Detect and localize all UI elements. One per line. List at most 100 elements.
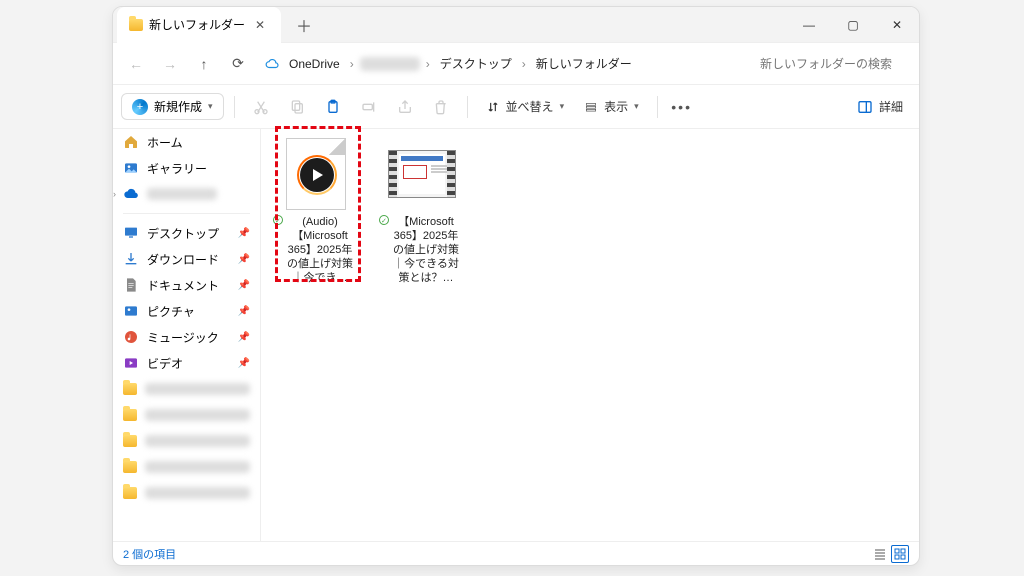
item-count: 2 個の項目: [123, 546, 176, 562]
up-button[interactable]: ↑: [189, 49, 219, 79]
tab-title: 新しいフォルダー: [149, 16, 245, 33]
sidebar-item-videos[interactable]: ビデオ 📌: [113, 350, 260, 376]
back-button[interactable]: ←: [121, 49, 151, 79]
breadcrumb-desktop[interactable]: デスクトップ: [436, 53, 516, 74]
new-tab-button[interactable]: ＋: [289, 10, 319, 40]
file-item-audio[interactable]: (Audio)【Microsoft 365】2025年の値上げ対策｜今でき…: [275, 139, 357, 285]
sidebar-item-downloads[interactable]: ダウンロード 📌: [113, 246, 260, 272]
folder-icon: [123, 487, 137, 499]
file-thumbnail: [388, 139, 456, 209]
pin-icon: 📌: [238, 280, 250, 291]
sidebar-item-redacted[interactable]: [113, 480, 260, 506]
icons-view-button[interactable]: [891, 545, 909, 563]
cut-button[interactable]: [245, 91, 277, 123]
divider: [657, 96, 658, 118]
pin-icon: 📌: [238, 228, 250, 239]
file-thumbnail: [282, 139, 350, 209]
chevron-right-icon: ›: [426, 57, 430, 71]
forward-button[interactable]: →: [155, 49, 185, 79]
gallery-icon: [123, 160, 139, 176]
file-name: 【Microsoft 365】2025年の値上げ対策｜今できる対策とは？…: [381, 215, 463, 285]
details-label: 詳細: [879, 98, 903, 115]
view-label: 表示: [604, 98, 628, 115]
sidebar-item-gallery[interactable]: ギャラリー: [113, 155, 260, 181]
sort-label: 並べ替え: [506, 98, 554, 115]
tab-close-button[interactable]: ✕: [251, 16, 269, 34]
chevron-right-icon: ›: [350, 57, 354, 71]
sidebar-item-onedrive[interactable]: ›: [113, 181, 260, 207]
pin-icon: 📌: [238, 332, 250, 343]
sidebar-label: ホーム: [147, 134, 183, 151]
sidebar-item-redacted[interactable]: [113, 376, 260, 402]
pin-icon: 📌: [238, 358, 250, 369]
address-bar: ← → ↑ ⟳ OneDrive › › デスクトップ › 新しいフォルダー: [113, 43, 919, 85]
sidebar-label: [147, 188, 217, 200]
breadcrumb-account[interactable]: [360, 57, 420, 71]
pin-icon: 📌: [238, 254, 250, 265]
pin-icon: 📌: [238, 306, 250, 317]
window-controls: — ▢ ✕: [787, 7, 919, 43]
chevron-down-icon: ▾: [208, 101, 213, 112]
details-icon: [857, 99, 873, 115]
more-button[interactable]: •••: [668, 93, 696, 121]
view-button[interactable]: 表示 ▾: [576, 94, 647, 119]
window-tab[interactable]: 新しいフォルダー ✕: [117, 7, 281, 43]
desktop-icon: [123, 225, 139, 241]
paste-button[interactable]: [317, 91, 349, 123]
maximize-button[interactable]: ▢: [831, 7, 875, 43]
share-button[interactable]: [389, 91, 421, 123]
file-pane[interactable]: (Audio)【Microsoft 365】2025年の値上げ対策｜今でき… 【…: [261, 129, 919, 541]
copy-button[interactable]: [281, 91, 313, 123]
play-icon: [300, 158, 334, 192]
home-icon: [123, 134, 139, 150]
sidebar-label: ギャラリー: [147, 160, 207, 177]
delete-button[interactable]: [425, 91, 457, 123]
sidebar-label: ミュージック: [147, 329, 219, 346]
refresh-button[interactable]: ⟳: [223, 49, 253, 79]
command-bar: + 新規作成 ▾ 並べ替え ▾ 表示 ▾ ••• 詳細: [113, 85, 919, 129]
details-pane-button[interactable]: 詳細: [849, 94, 911, 119]
sidebar-item-pictures[interactable]: ピクチャ 📌: [113, 298, 260, 324]
folder-icon: [123, 383, 137, 395]
status-bar: 2 個の項目: [113, 541, 919, 565]
sidebar-item-documents[interactable]: ドキュメント 📌: [113, 272, 260, 298]
sidebar-label: ダウンロード: [147, 251, 219, 268]
expand-icon[interactable]: ›: [113, 189, 116, 199]
sidebar-item-redacted[interactable]: [113, 428, 260, 454]
sidebar-item-music[interactable]: ミュージック 📌: [113, 324, 260, 350]
sidebar-item-redacted[interactable]: [113, 402, 260, 428]
sidebar-item-desktop[interactable]: デスクトップ 📌: [113, 220, 260, 246]
divider: [234, 96, 235, 118]
sidebar-item-redacted[interactable]: [113, 454, 260, 480]
new-button[interactable]: + 新規作成 ▾: [121, 93, 224, 120]
sort-button[interactable]: 並べ替え ▾: [478, 94, 573, 119]
divider: [467, 96, 468, 118]
cloud-icon: [123, 186, 139, 202]
explorer-window: 新しいフォルダー ✕ ＋ — ▢ ✕ ← → ↑ ⟳ OneDrive › › …: [112, 6, 920, 566]
chevron-down-icon: ▾: [634, 101, 639, 112]
file-name: (Audio)【Microsoft 365】2025年の値上げ対策｜今でき…: [275, 215, 357, 285]
sidebar-item-home[interactable]: ホーム: [113, 129, 260, 155]
breadcrumb-current[interactable]: 新しいフォルダー: [532, 53, 636, 74]
view-icon: [584, 100, 598, 114]
sidebar-label: ビデオ: [147, 355, 183, 372]
sort-icon: [486, 100, 500, 114]
breadcrumb-root[interactable]: OneDrive: [285, 55, 344, 73]
music-icon: [123, 329, 139, 345]
minimize-button[interactable]: —: [787, 7, 831, 43]
close-button[interactable]: ✕: [875, 7, 919, 43]
explorer-body: ホーム ギャラリー › デスクトップ 📌 ダウンロード 📌: [113, 129, 919, 541]
details-view-button[interactable]: [871, 545, 889, 563]
folder-icon: [129, 19, 143, 31]
new-button-label: 新規作成: [154, 98, 202, 115]
breadcrumb[interactable]: OneDrive › › デスクトップ › 新しいフォルダー: [257, 49, 747, 79]
search-box[interactable]: [751, 50, 911, 78]
file-item-video[interactable]: 【Microsoft 365】2025年の値上げ対策｜今できる対策とは？…: [381, 139, 463, 285]
folder-icon: [123, 461, 137, 473]
folder-icon: [123, 409, 137, 421]
sync-icon: [379, 215, 389, 225]
search-input[interactable]: [760, 57, 915, 71]
pictures-icon: [123, 303, 139, 319]
plus-icon: +: [132, 99, 148, 115]
rename-button[interactable]: [353, 91, 385, 123]
